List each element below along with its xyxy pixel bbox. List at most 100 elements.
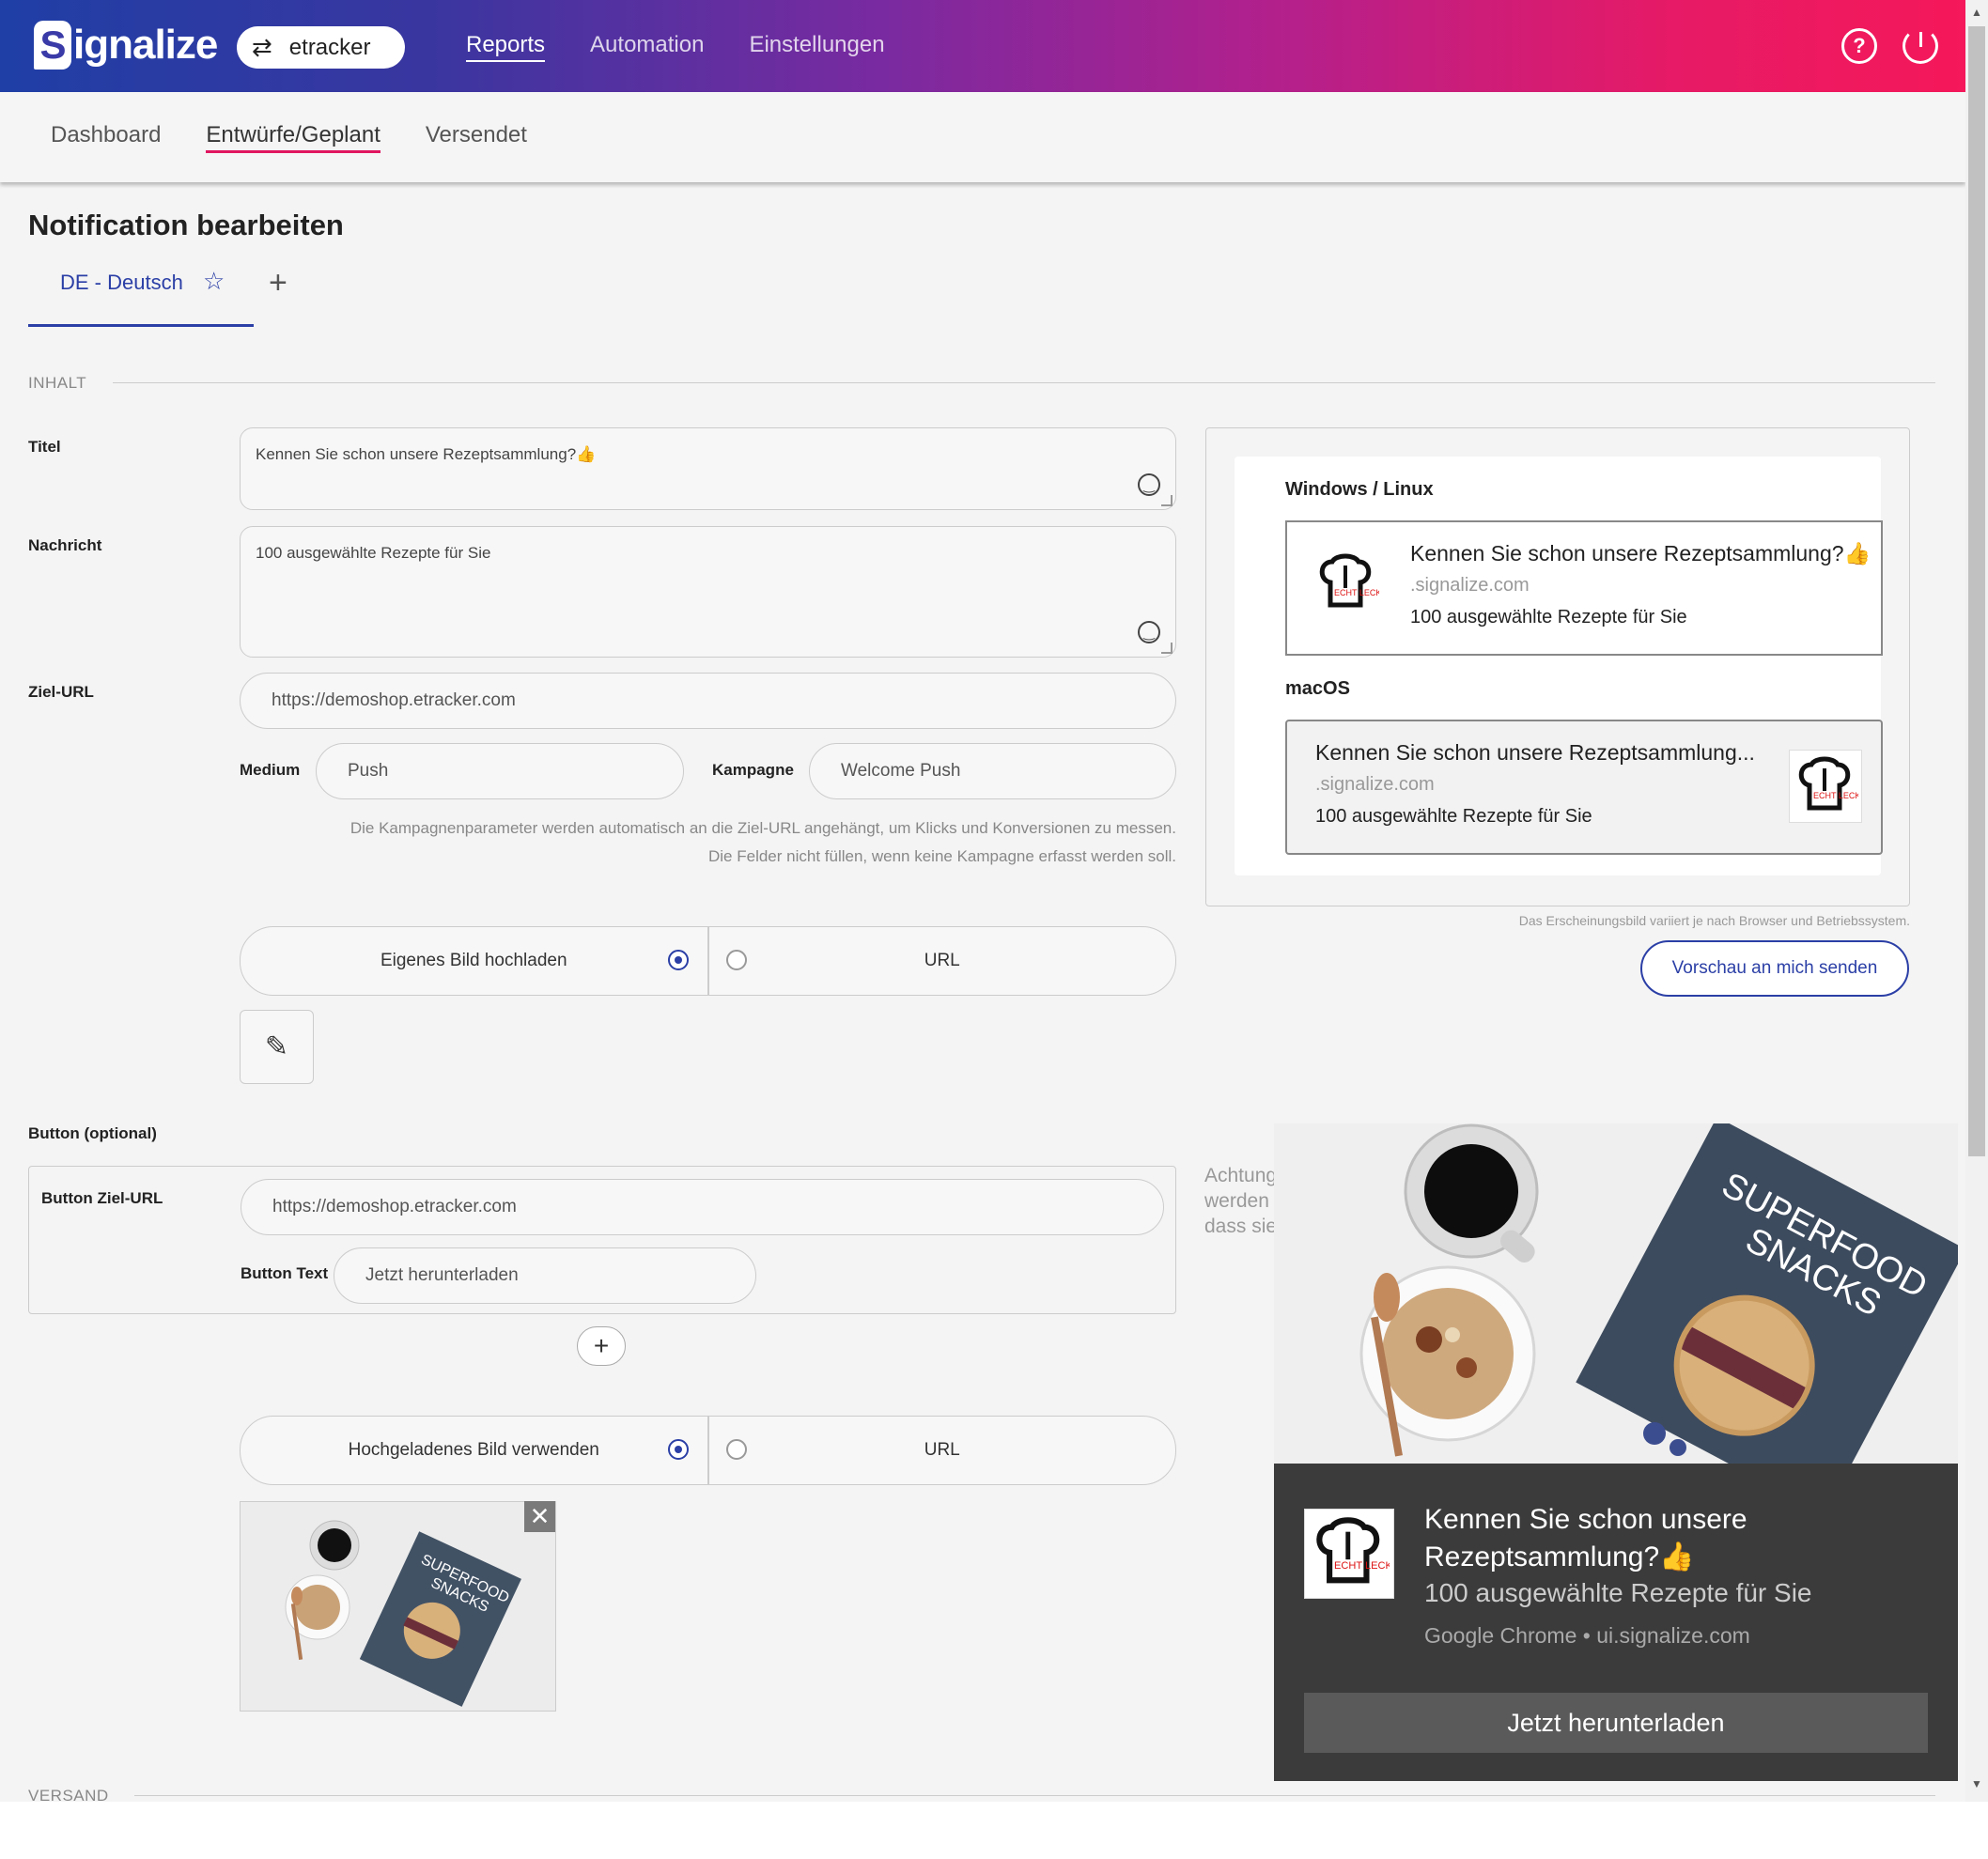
campaign-value: Welcome Push [841, 761, 961, 781]
plus-icon: + [593, 1331, 610, 1360]
radio-unselected[interactable] [725, 950, 747, 970]
signalize-logo[interactable]: S ignalize [34, 17, 218, 73]
win-preview-site: .signalize.com [1410, 575, 1530, 596]
preview-panel: Windows / Linux ECHT LECKER Kennen Sie s… [1205, 427, 1910, 906]
top-bar: S ignalize ⇄ etracker Reports Automation… [0, 0, 1965, 92]
rich-notification-title: Kennen Sie schon unsere Rezeptsammlung?👍 [1424, 1504, 1747, 1572]
icon-option-url-label: URL [924, 951, 960, 970]
section-versand-label: VERSAND [28, 1787, 109, 1802]
account-name: etracker [288, 34, 371, 60]
power-icon[interactable] [1903, 28, 1938, 64]
tab-entwuerfe-geplant[interactable]: Entwürfe/Geplant [206, 122, 381, 153]
button-url-input[interactable]: https://demoshop.etracker.com [241, 1179, 1164, 1235]
icon-option-upload[interactable]: Eigenes Bild hochladen [241, 927, 707, 995]
edit-icon-button[interactable]: ✎ [240, 1010, 314, 1084]
medium-label: Medium [240, 761, 301, 779]
target-url-label: Ziel-URL [28, 683, 94, 701]
chef-logo-text: ECHT LECKER [1813, 791, 1858, 800]
nav-automation[interactable]: Automation [590, 32, 704, 62]
chef-hat-icon: ECHT LECKER [1798, 756, 1858, 811]
campaign-help-line-2: Die Felder nicht füllen, wenn keine Kamp… [708, 847, 1176, 865]
send-preview-button[interactable]: Vorschau an mich senden [1640, 940, 1909, 997]
win-preview-message: 100 ausgewählte Rezepte für Sie [1410, 607, 1687, 627]
logo-text: ignalize [73, 22, 218, 68]
rich-notification-source: Google Chrome • ui.signalize.com [1424, 1623, 1750, 1648]
section-inhalt-label: INHALT [28, 374, 87, 392]
campaign-input[interactable]: Welcome Push [809, 743, 1176, 799]
scrollbar-thumb[interactable] [1968, 26, 1985, 1156]
warning-text-partial: Achtung werden dass sie [1204, 1163, 1280, 1239]
language-tab-de[interactable]: DE - Deutsch ☆ [28, 263, 254, 327]
button-config-box: Button Ziel-URL https://demoshop.etracke… [28, 1166, 1176, 1314]
macos-label: macOS [1285, 678, 1350, 699]
medium-input[interactable]: Push [316, 743, 684, 799]
section-divider [113, 382, 1935, 383]
page-scrollbar[interactable]: ▲ ▼ [1965, 0, 1988, 1802]
target-url-input[interactable]: https://demoshop.etracker.com [240, 673, 1176, 729]
title-value: Kennen Sie schon unsere Rezeptsammlung?👍 [256, 445, 597, 463]
resize-handle[interactable] [1161, 495, 1173, 506]
resize-handle[interactable] [1161, 643, 1173, 654]
rich-notification-message: 100 ausgewählte Rezepte für Sie [1424, 1578, 1812, 1607]
win-preview-title: Kennen Sie schon unsere Rezeptsammlung?👍 [1410, 541, 1872, 565]
tab-dashboard[interactable]: Dashboard [51, 122, 161, 153]
app-window: S ignalize ⇄ etracker Reports Automation… [0, 0, 1965, 1802]
image-option-uploaded[interactable]: Hochgeladenes Bild verwenden [241, 1417, 707, 1484]
rich-notification-card: ECHT LECKER Kennen Sie schon unsere Reze… [1274, 1464, 1958, 1781]
macos-notification-preview: Kennen Sie schon unsere Rezeptsammlung..… [1285, 720, 1883, 855]
add-language-button[interactable]: + [269, 265, 287, 302]
remove-image-button[interactable]: ✕ [524, 1501, 555, 1532]
icon-option-url[interactable]: URL [707, 927, 1176, 995]
icon-source-toggle: Eigenes Bild hochladen URL [240, 926, 1176, 996]
warning-line-1: Achtung [1204, 1165, 1278, 1186]
chef-hat-logo: ECHT LECKER [1304, 1509, 1394, 1599]
icon-option-upload-label: Eigenes Bild hochladen [380, 951, 567, 970]
message-value: 100 ausgewählte Rezepte für Sie [256, 544, 491, 562]
add-button-button[interactable]: + [577, 1326, 626, 1366]
rich-notification-action-button[interactable]: Jetzt herunterladen [1304, 1693, 1928, 1753]
medium-value: Push [348, 761, 389, 781]
scroll-up-arrow-icon[interactable]: ▲ [1971, 6, 1982, 19]
logo-s-badge: S [34, 21, 71, 70]
radio-unselected[interactable] [725, 1439, 747, 1460]
food-photo-thumb: SUPERFOOD SNACKS [241, 1502, 555, 1711]
tab-versendet[interactable]: Versendet [426, 122, 527, 153]
button-text-value: Jetzt herunterladen [365, 1265, 519, 1285]
preview-card: Windows / Linux ECHT LECKER Kennen Sie s… [1235, 457, 1883, 875]
image-option-url[interactable]: URL [707, 1417, 1176, 1484]
scroll-down-arrow-icon[interactable]: ▼ [1971, 1777, 1982, 1790]
emoji-picker-icon[interactable]: ‿ [1138, 621, 1160, 643]
power-icon-bar [1918, 32, 1922, 47]
button-url-value: https://demoshop.etracker.com [272, 1197, 517, 1216]
mac-preview-message: 100 ausgewählte Rezepte für Sie [1315, 806, 1592, 827]
campaign-help-line-1: Die Kampagnenparameter werden automatisc… [349, 819, 1176, 837]
chef-hat-icon: ECHT LECKER [1316, 1517, 1390, 1584]
button-text-input[interactable]: Jetzt herunterladen [334, 1247, 756, 1304]
nav-einstellungen[interactable]: Einstellungen [749, 32, 884, 62]
rich-notification-image: SUPERFOOD SNACKS [1274, 1123, 1958, 1464]
emoji-picker-icon[interactable]: ‿ [1138, 473, 1160, 496]
campaign-label: Kampagne [712, 761, 794, 779]
nav-reports[interactable]: Reports [466, 32, 546, 62]
swap-arrows-icon: ⇄ [252, 33, 272, 61]
account-switcher[interactable]: ⇄ etracker [237, 26, 405, 69]
radio-selected[interactable] [667, 1439, 689, 1460]
chef-hat-icon: ECHT LECKER [1319, 553, 1379, 608]
page-title: Notification bearbeiten [28, 209, 344, 241]
message-textarea[interactable]: 100 ausgewählte Rezepte für Sie ‿ [240, 526, 1176, 658]
warning-line-2: werden [1204, 1190, 1269, 1212]
title-textarea[interactable]: Kennen Sie schon unsere Rezeptsammlung?👍… [240, 427, 1176, 510]
image-option-url-label: URL [924, 1440, 960, 1460]
warning-line-3: dass sie [1204, 1216, 1278, 1237]
windows-linux-label: Windows / Linux [1285, 479, 1434, 500]
radio-selected[interactable] [667, 950, 689, 970]
section-divider [134, 1795, 1935, 1796]
windows-notification-preview: ECHT LECKER Kennen Sie schon unsere Reze… [1285, 520, 1883, 656]
preview-disclaimer: Das Erscheinungsbild variiert je nach Br… [1518, 913, 1910, 928]
language-tab-label: DE - Deutsch [60, 271, 183, 294]
title-label: Titel [28, 438, 61, 456]
chef-logo-text: ECHT LECKER [1334, 1560, 1390, 1572]
sub-nav: Dashboard Entwürfe/Geplant Versendet [0, 92, 1965, 182]
help-icon[interactable]: ? [1841, 28, 1877, 64]
star-icon[interactable]: ☆ [203, 267, 225, 296]
